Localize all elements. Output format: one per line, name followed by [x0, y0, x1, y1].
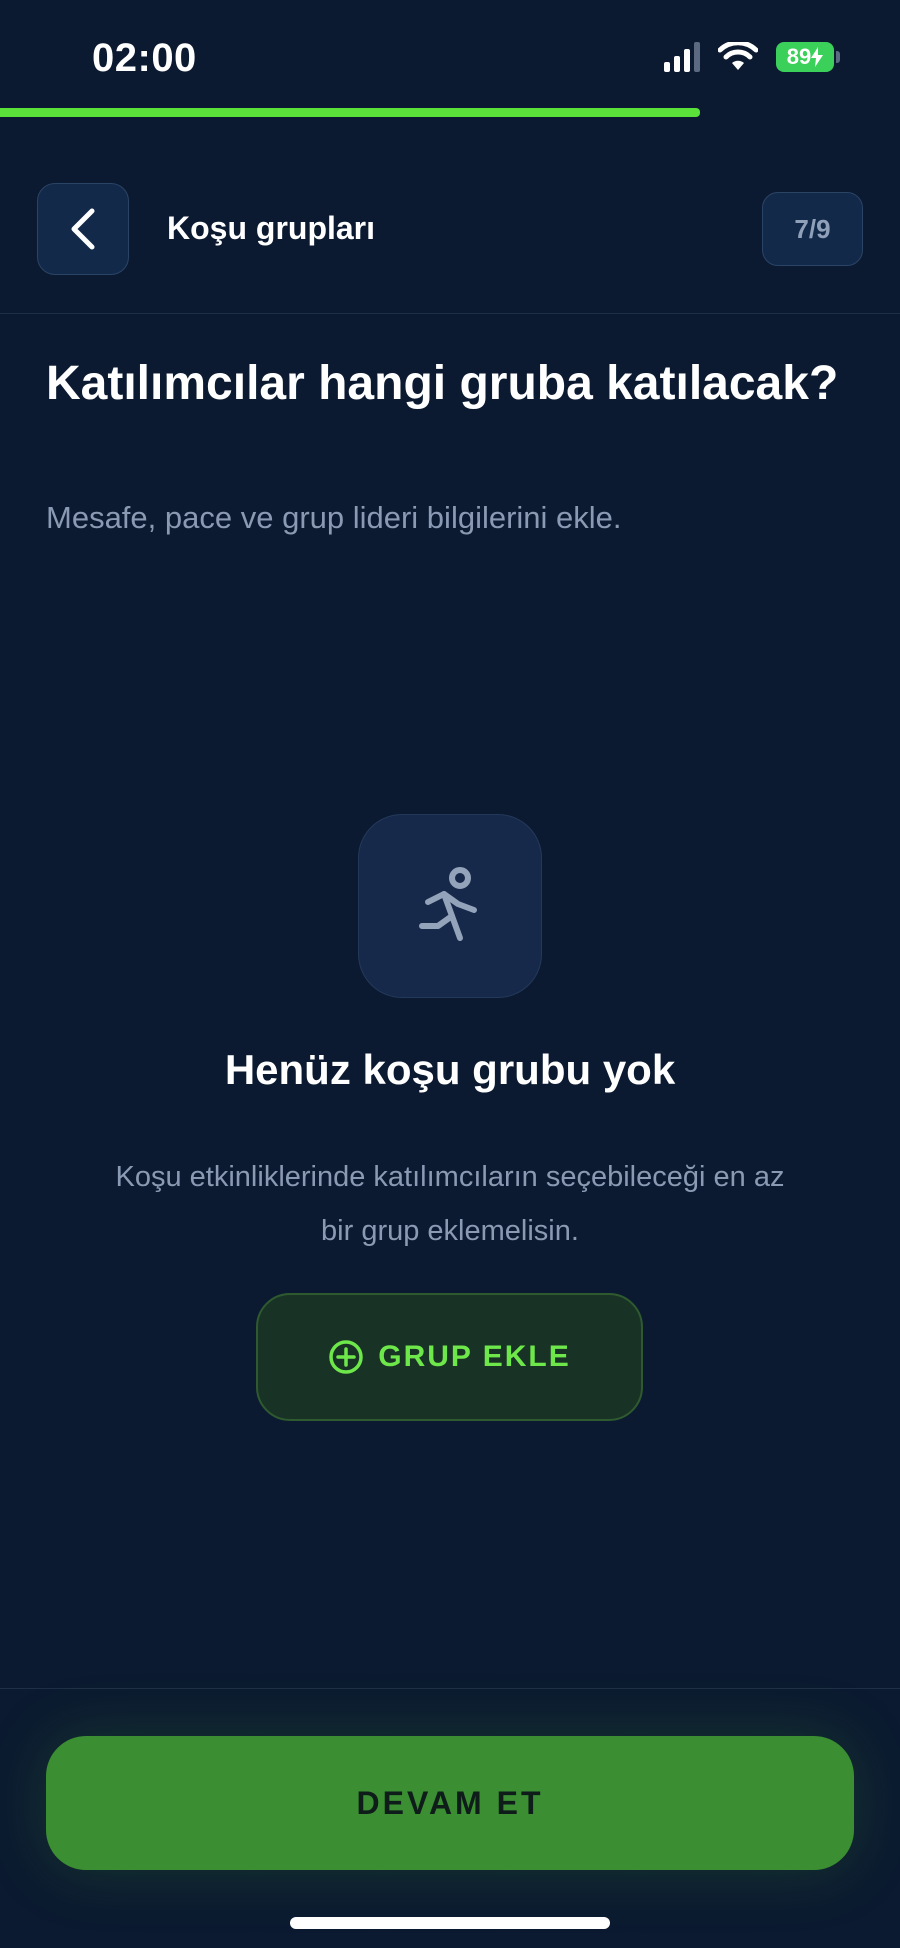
empty-state-description: Koşu etkinliklerinde katılımcıların seçe…	[115, 1161, 785, 1247]
add-group-button[interactable]: GRUP EKLE	[256, 1293, 643, 1421]
status-icons: 89	[664, 42, 840, 72]
empty-state-icon-container	[358, 814, 542, 998]
back-button[interactable]	[37, 183, 129, 275]
charging-bolt-icon	[811, 47, 824, 67]
add-group-label: GRUP EKLE	[378, 1340, 571, 1373]
progress-bar	[0, 108, 900, 117]
screen: 02:00 89 Koşu grupları 7/9 Katılımcılar …	[0, 0, 900, 1948]
running-person-icon	[419, 867, 477, 941]
plus-circle-icon	[329, 1340, 363, 1374]
question-subtitle: Mesafe, pace ve grup lideri bilgilerini …	[46, 500, 622, 535]
wifi-icon	[718, 42, 758, 70]
footer-divider	[0, 1688, 900, 1689]
battery-level: 89	[786, 44, 812, 69]
progress-fill	[0, 108, 701, 117]
question-title: Katılımcılar hangi gruba katılacak?	[46, 357, 839, 410]
header: Koşu grupları 7/9	[0, 150, 900, 314]
cellular-signal-icon	[664, 42, 700, 72]
status-bar: 02:00 89	[0, 0, 900, 110]
step-badge: 7/9	[762, 192, 863, 266]
home-indicator	[290, 1917, 610, 1929]
battery-icon: 89	[776, 42, 840, 72]
continue-button[interactable]: DEVAM ET	[46, 1736, 854, 1870]
status-time: 02:00	[92, 36, 197, 80]
page-title: Koşu grupları	[167, 210, 376, 246]
continue-label: DEVAM ET	[356, 1784, 544, 1821]
empty-state-title: Henüz koşu grubu yok	[224, 1046, 676, 1093]
chevron-left-icon	[71, 208, 95, 250]
